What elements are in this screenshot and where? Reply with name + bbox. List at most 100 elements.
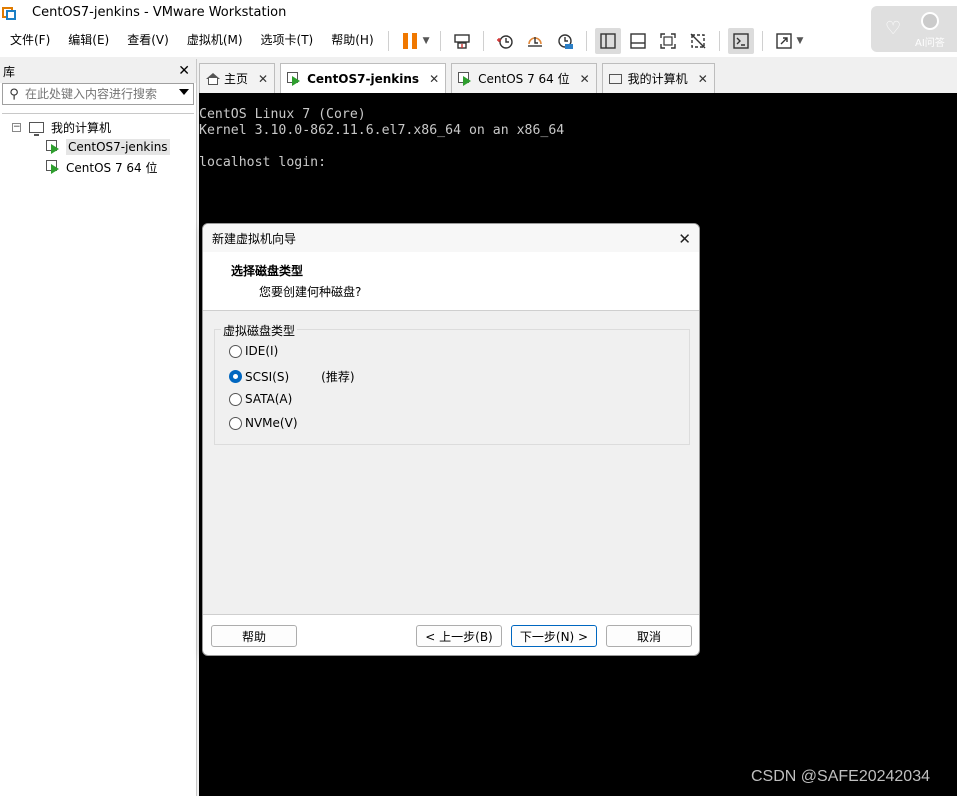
toolbar-divider (761, 31, 763, 51)
menu-tabs[interactable]: 选项卡(T) (251, 25, 322, 57)
library-close-icon[interactable]: ✕ (178, 63, 190, 79)
library-title: 库 (3, 64, 16, 79)
close-icon[interactable]: ✕ (580, 72, 590, 86)
unity-icon (690, 33, 706, 49)
back-button[interactable]: < 上一步(B) (416, 625, 502, 647)
menu-file[interactable]: 文件(F) (0, 25, 58, 57)
tree-item-label: 我的计算机 (51, 120, 112, 135)
tab-label: CentOS7-jenkins (307, 71, 420, 86)
tree-item-label: CentOS 7 64 位 (66, 160, 158, 175)
console-output: CentOS Linux 7 (Core) Kernel 3.10.0-862.… (199, 107, 565, 170)
unity-button[interactable] (685, 28, 711, 54)
next-button[interactable]: 下一步(N) > (511, 625, 597, 647)
vm-running-icon (287, 71, 301, 86)
radio-button[interactable] (229, 370, 242, 383)
revert-snapshot-icon (527, 37, 542, 47)
send-ctrl-alt-del-button[interactable] (449, 28, 475, 54)
pause-button[interactable] (397, 28, 423, 54)
heart-icon: ♡ (885, 18, 902, 39)
tab-strip: 主页 ✕ CentOS7-jenkins ✕ CentOS 7 64 位 ✕ 我… (199, 63, 720, 93)
tab-home[interactable]: 主页 ✕ (199, 63, 276, 93)
console-view-button[interactable] (727, 28, 754, 54)
menu-edit[interactable]: 编辑(E) (58, 25, 117, 57)
radio-button[interactable] (229, 344, 242, 358)
radio-label: SATA(A) (245, 392, 293, 406)
toolbar-divider (439, 31, 441, 51)
thumbnail-bar-button[interactable] (625, 28, 651, 54)
tab-my-computer[interactable]: 我的计算机 ✕ (601, 63, 715, 93)
dialog-title: 新建虚拟机向导 (212, 231, 297, 246)
cancel-button[interactable]: 取消 (606, 625, 692, 647)
show-library-button[interactable] (594, 28, 621, 54)
menu-help[interactable]: 帮助(H) (321, 25, 381, 57)
snapshot-manager-button[interactable] (552, 28, 578, 54)
ai-icon (921, 12, 939, 30)
stretch-guest-button[interactable] (771, 28, 797, 54)
library-panel-icon (599, 33, 616, 49)
radio-button[interactable] (229, 392, 242, 406)
radio-label: IDE(I) (245, 344, 279, 358)
send-keys-icon (453, 34, 470, 49)
vmware-logo-icon (2, 5, 18, 21)
ai-assistant-widget[interactable]: ♡ AI问答 (871, 6, 957, 52)
tab-label: 主页 (224, 72, 249, 86)
library-search-box[interactable]: ⚲ (2, 83, 194, 105)
tree-item-label: CentOS7-jenkins (66, 139, 170, 155)
dialog-subheading: 您要创建何种磁盘? (259, 285, 362, 299)
tree-item-centos-7-64[interactable]: CentOS 7 64 位 (2, 157, 194, 177)
watermark-text: CSDN @SAFE20242034 (751, 768, 930, 785)
dialog-heading: 选择磁盘类型 (231, 264, 304, 278)
snapshot-manager-icon (557, 34, 573, 49)
collapse-icon[interactable]: − (12, 122, 21, 132)
snapshot-clock-icon (496, 35, 513, 49)
radio-label: NVMe(V) (245, 416, 298, 430)
pause-dropdown-chevron-icon[interactable]: ▼ (423, 36, 430, 46)
radio-nvme[interactable]: NVMe(V) (229, 416, 298, 430)
full-screen-button[interactable] (655, 28, 681, 54)
group-label: 虚拟磁盘类型 (221, 322, 298, 339)
window-title: CentOS7-jenkins - VMware Workstation (32, 5, 287, 20)
library-header: 库 ✕ (0, 59, 196, 83)
vm-running-icon (46, 160, 60, 174)
vm-running-icon (458, 71, 472, 86)
menu-view[interactable]: 查看(V) (117, 25, 177, 57)
toolbar-divider (482, 31, 484, 51)
toolbar-divider (585, 31, 587, 51)
snapshot-button[interactable] (492, 28, 518, 54)
tree-item-centos7-jenkins[interactable]: CentOS7-jenkins (2, 137, 194, 157)
tab-centos7-jenkins[interactable]: CentOS7-jenkins ✕ (280, 63, 447, 93)
radio-ide[interactable]: IDE(I) (229, 344, 278, 358)
tree-item-my-computer[interactable]: − 我的计算机 (2, 117, 194, 137)
disk-type-group: 虚拟磁盘类型 IDE(I) SCSI(S) (推荐) SATA(A) NVMe(… (214, 322, 690, 445)
pause-icon (402, 33, 417, 49)
revert-snapshot-button[interactable] (522, 28, 548, 54)
tab-centos-7-64[interactable]: CentOS 7 64 位 ✕ (451, 63, 597, 93)
radio-sata[interactable]: SATA(A) (229, 392, 292, 406)
full-screen-icon (659, 33, 676, 49)
vm-running-icon (46, 140, 60, 154)
tab-label: 我的计算机 (627, 72, 688, 86)
computer-icon (608, 73, 622, 84)
stretch-dropdown-chevron-icon[interactable]: ▼ (797, 36, 804, 46)
radio-scsi[interactable]: SCSI(S) (推荐) (229, 368, 355, 385)
radio-label: SCSI(S) (245, 369, 290, 384)
close-icon[interactable]: ✕ (429, 72, 439, 86)
library-panel: 库 ✕ ⚲ − 我的计算机 CentOS7-jenkins CentOS 7 6… (0, 59, 197, 796)
help-button[interactable]: 帮助 (211, 625, 297, 647)
ai-widget-label: AI问答 (915, 38, 945, 49)
search-dropdown-chevron-icon[interactable] (179, 89, 189, 95)
stretch-icon (775, 33, 792, 49)
dialog-header: 选择磁盘类型 您要创建何种磁盘? (203, 252, 699, 311)
menu-vm[interactable]: 虚拟机(M) (177, 25, 251, 57)
close-icon[interactable]: ✕ (258, 72, 268, 86)
close-icon[interactable]: ✕ (698, 72, 708, 86)
radio-button[interactable] (229, 416, 242, 430)
home-icon (206, 72, 220, 85)
menu-toolbar: 文件(F) 编辑(E) 查看(V) 虚拟机(M) 选项卡(T) 帮助(H) ▼ … (0, 25, 957, 57)
library-search-input[interactable] (25, 85, 170, 103)
recommended-note: (推荐) (321, 370, 355, 384)
dialog-title-bar: 新建虚拟机向导 (203, 224, 699, 252)
tab-label: CentOS 7 64 位 (478, 72, 570, 86)
dialog-close-icon[interactable]: ✕ (678, 230, 691, 248)
library-tree: − 我的计算机 CentOS7-jenkins CentOS 7 64 位 (2, 113, 194, 793)
